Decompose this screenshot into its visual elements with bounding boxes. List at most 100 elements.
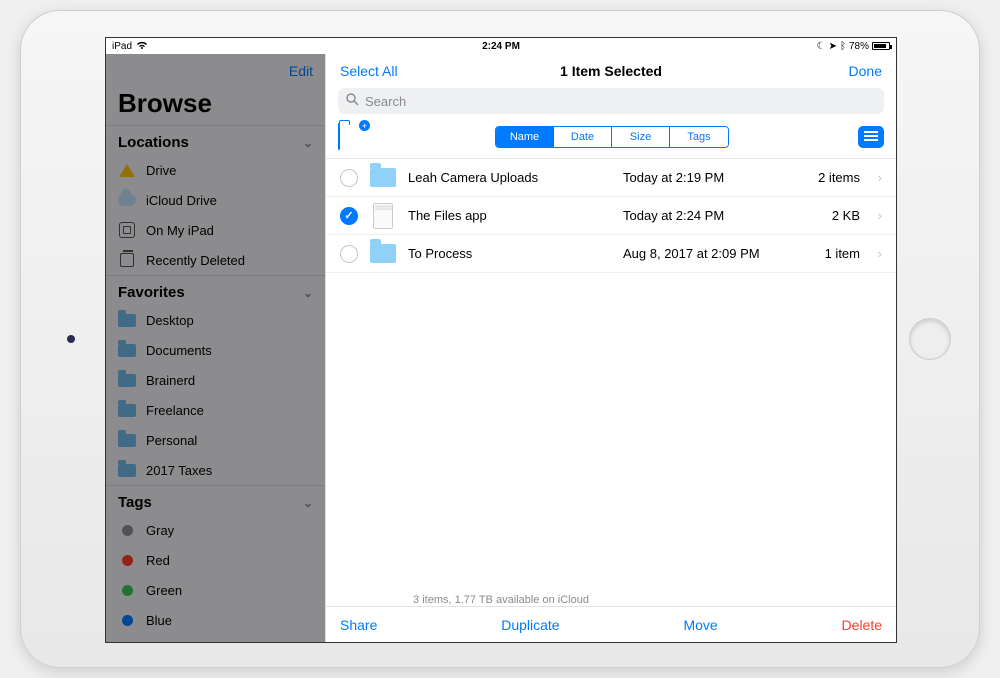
folder-icon: [118, 431, 136, 449]
sort-date[interactable]: Date: [554, 127, 612, 147]
folder-icon: [118, 401, 136, 419]
tag-dot-icon: [118, 581, 136, 599]
sidebar-item-label: Red: [146, 553, 170, 568]
share-button[interactable]: Share: [340, 617, 377, 633]
browse-sidebar: Edit Browse Locations ⌄ Drive iCloud Dri…: [106, 54, 326, 642]
chevron-right-icon: ›: [872, 246, 882, 261]
sort-size[interactable]: Size: [612, 127, 670, 147]
move-button[interactable]: Move: [683, 617, 717, 633]
pane-title: 1 Item Selected: [560, 63, 662, 79]
sidebar-tag-orange[interactable]: Orange: [106, 635, 325, 642]
carrier-label: iPad: [112, 41, 132, 52]
sidebar-item-drive[interactable]: Drive: [106, 155, 325, 185]
tag-dot-icon: [118, 551, 136, 569]
file-row[interactable]: ▒▒▒▒▒▒▒▒▒▒▒▒▒▒ The Files app Today at 2:…: [326, 197, 896, 235]
sidebar-item-onmyipad[interactable]: On My iPad: [106, 215, 325, 245]
trash-icon: [118, 251, 136, 269]
file-name: To Process: [408, 246, 611, 261]
sort-name[interactable]: Name: [496, 127, 554, 147]
done-button[interactable]: Done: [849, 63, 882, 79]
wifi-icon: [136, 40, 148, 53]
locations-label: Locations: [118, 134, 189, 151]
status-time: 2:24 PM: [482, 41, 520, 52]
file-date: Today at 2:19 PM: [623, 170, 793, 185]
sidebar-item-documents[interactable]: Documents: [106, 335, 325, 365]
sidebar-item-label: Drive: [146, 163, 176, 178]
folder-icon: [118, 341, 136, 359]
folder-icon: [118, 461, 136, 479]
folder-icon: [370, 241, 396, 267]
screen: iPad 2:24 PM ☾ ➤ ᛒ 78% Edit Browse: [105, 37, 897, 643]
location-icon: ➤: [829, 41, 837, 52]
new-folder-button[interactable]: +: [338, 124, 366, 150]
sidebar-item-label: iCloud Drive: [146, 193, 217, 208]
document-icon: ▒▒▒▒▒▒▒▒▒▒▒▒▒▒: [370, 203, 396, 229]
file-size: 2 items: [805, 170, 860, 185]
sidebar-tag-blue[interactable]: Blue: [106, 605, 325, 635]
file-row[interactable]: To Process Aug 8, 2017 at 2:09 PM 1 item…: [326, 235, 896, 273]
chevron-down-icon: ⌄: [303, 496, 313, 510]
battery-icon: [872, 42, 890, 50]
sidebar-item-label: On My iPad: [146, 223, 214, 238]
delete-button[interactable]: Delete: [842, 617, 882, 633]
locations-header[interactable]: Locations ⌄: [106, 125, 325, 155]
sidebar-item-personal[interactable]: Personal: [106, 425, 325, 455]
select-circle[interactable]: [340, 245, 358, 263]
sort-segmented[interactable]: Name Date Size Tags: [495, 126, 729, 148]
icloud-icon: [118, 191, 136, 209]
sidebar-item-2017taxes[interactable]: 2017 Taxes: [106, 455, 325, 485]
sidebar-item-label: Personal: [146, 433, 197, 448]
bluetooth-icon: ᛒ: [840, 41, 846, 52]
sidebar-item-desktop[interactable]: Desktop: [106, 305, 325, 335]
tag-dot-icon: [118, 521, 136, 539]
select-all-button[interactable]: Select All: [340, 63, 398, 79]
chevron-down-icon: ⌄: [303, 136, 313, 150]
file-size: 1 item: [805, 246, 860, 261]
file-date: Aug 8, 2017 at 2:09 PM: [623, 246, 793, 261]
sidebar-tag-green[interactable]: Green: [106, 575, 325, 605]
chevron-down-icon: ⌄: [303, 286, 313, 300]
sidebar-tag-red[interactable]: Red: [106, 545, 325, 575]
list-icon: [864, 131, 878, 143]
list-view-toggle[interactable]: [858, 126, 884, 148]
search-input[interactable]: Search: [338, 88, 884, 114]
sidebar-item-recentlydeleted[interactable]: Recently Deleted: [106, 245, 325, 275]
duplicate-button[interactable]: Duplicate: [501, 617, 559, 633]
edit-button[interactable]: Edit: [289, 63, 313, 79]
sidebar-item-label: Brainerd: [146, 373, 195, 388]
sort-tags[interactable]: Tags: [670, 127, 728, 147]
tag-dot-icon: [118, 611, 136, 629]
sidebar-item-icloud[interactable]: iCloud Drive: [106, 185, 325, 215]
tags-header[interactable]: Tags ⌄: [106, 485, 325, 515]
sidebar-item-brainerd[interactable]: Brainerd: [106, 365, 325, 395]
file-name: The Files app: [408, 208, 611, 223]
ipad-icon: [118, 221, 136, 239]
sidebar-item-label: Documents: [146, 343, 212, 358]
chevron-right-icon: ›: [872, 208, 882, 223]
content-pane: Select All 1 Item Selected Done Search +: [326, 54, 896, 642]
home-button[interactable]: [909, 318, 951, 360]
moon-icon: ☾: [817, 41, 826, 52]
action-bar: Share Duplicate Move Delete: [326, 606, 896, 642]
favorites-label: Favorites: [118, 284, 185, 301]
tag-dot-icon: [118, 641, 136, 642]
folder-icon: [118, 311, 136, 329]
select-circle[interactable]: [340, 169, 358, 187]
select-circle[interactable]: [340, 207, 358, 225]
chevron-right-icon: ›: [872, 170, 882, 185]
battery-pct: 78%: [849, 41, 869, 52]
sidebar-item-label: Blue: [146, 613, 172, 628]
ipad-frame: iPad 2:24 PM ☾ ➤ ᛒ 78% Edit Browse: [20, 10, 980, 668]
sidebar-item-label: Recently Deleted: [146, 253, 245, 268]
sidebar-tag-gray[interactable]: Gray: [106, 515, 325, 545]
sidebar-item-label: Gray: [146, 523, 174, 538]
favorites-header[interactable]: Favorites ⌄: [106, 275, 325, 305]
pane-toolbar: Select All 1 Item Selected Done: [326, 54, 896, 88]
sidebar-item-label: Freelance: [146, 403, 204, 418]
sidebar-item-label: 2017 Taxes: [146, 463, 212, 478]
search-icon: [346, 93, 359, 109]
file-row[interactable]: Leah Camera Uploads Today at 2:19 PM 2 i…: [326, 159, 896, 197]
sidebar-item-freelance[interactable]: Freelance: [106, 395, 325, 425]
file-name: Leah Camera Uploads: [408, 170, 611, 185]
search-placeholder: Search: [365, 94, 406, 109]
